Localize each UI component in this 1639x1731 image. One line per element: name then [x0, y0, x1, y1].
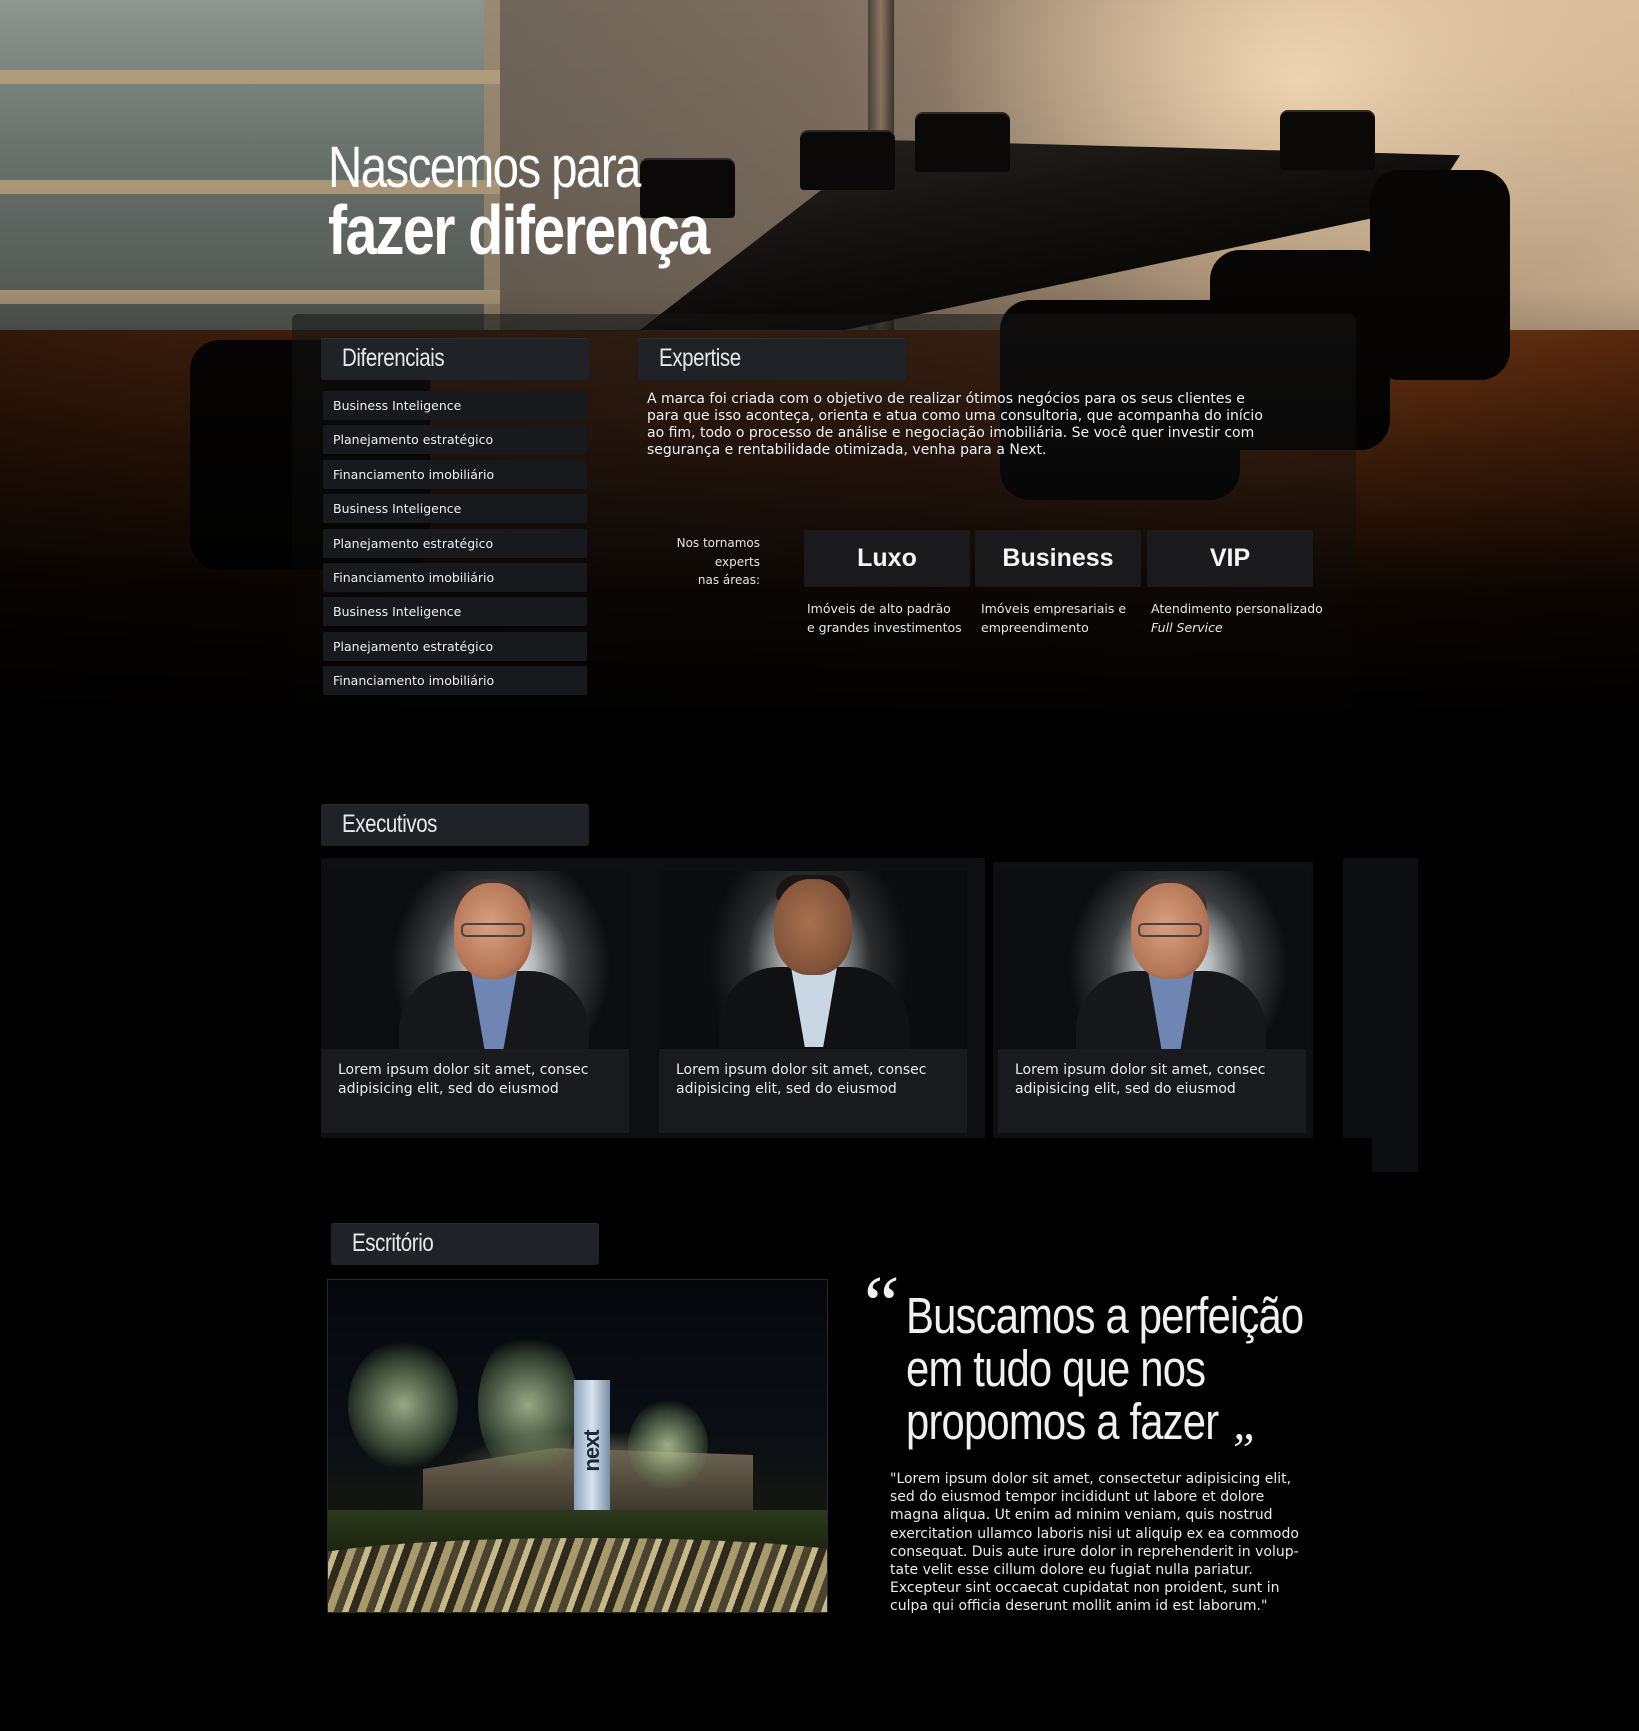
executive-caption-line: adipisicing elit, sed do eiusmod — [338, 1080, 559, 1097]
carousel-next-placeholder[interactable] — [1343, 858, 1418, 1138]
executive-caption: Lorem ipsum dolor sit amet, consec adipi… — [1015, 1061, 1295, 1098]
expertise-description: A marca foi criada com o objetivo de rea… — [647, 391, 1263, 458]
area-luxo-button[interactable]: Luxo — [804, 530, 970, 587]
area-desc-line: Atendimento personalizado — [1151, 601, 1323, 616]
quote-close-mark: „ — [1233, 1397, 1260, 1450]
executive-card[interactable]: Lorem ipsum dolor sit amet, consec adipi… — [998, 871, 1306, 1133]
section-title-diferenciais: Diferenciais — [321, 338, 589, 380]
experts-label-line: experts — [714, 554, 760, 569]
area-vip-description: Atendimento personalizado Full Service — [1151, 600, 1323, 637]
office-description: "Lorem ipsum dolor sit amet, consectetur… — [890, 1471, 1299, 1615]
diferenciais-item[interactable]: Business Inteligence — [323, 597, 587, 627]
section-title-label: Expertise — [659, 344, 741, 372]
diferenciais-item[interactable]: Financiamento imobiliário — [323, 459, 587, 489]
executive-photo — [321, 871, 629, 1049]
section-title-label: Diferenciais — [342, 344, 445, 372]
office-photo: next — [327, 1279, 828, 1613]
experts-label: Nos tornamos experts nas áreas: — [640, 534, 760, 590]
diferenciais-item[interactable]: Planejamento estratégico — [323, 631, 587, 661]
section-title-expertise: Expertise — [638, 338, 906, 380]
section-title-label: Executivos — [342, 810, 438, 838]
hero-headline: Nascemos para fazer diferença — [328, 135, 792, 269]
executive-photo — [659, 871, 967, 1049]
diferenciais-item[interactable]: Financiamento imobiliário — [323, 562, 587, 592]
diferenciais-item[interactable]: Business Inteligence — [323, 494, 587, 524]
experts-label-line: nas áreas: — [697, 573, 760, 587]
hero-title-line1: Nascemos para — [328, 135, 641, 200]
section-title-label: Escritório — [352, 1229, 434, 1257]
section-title-executivos: Executivos — [321, 804, 589, 846]
quote-headline-line: em tudo que nos — [906, 1340, 1206, 1397]
executive-caption-line: Lorem ipsum dolor sit amet, consec — [338, 1062, 589, 1078]
area-desc-line: Imóveis de alto padrão — [807, 601, 951, 616]
carousel-next-placeholder-tab — [1372, 1130, 1418, 1172]
diferenciais-item[interactable]: Business Inteligence — [323, 391, 587, 420]
area-vip-button[interactable]: VIP — [1147, 530, 1313, 587]
executive-caption-line: Lorem ipsum dolor sit amet, consec — [1015, 1062, 1266, 1078]
area-desc-line: Imóveis empresariais e — [981, 601, 1127, 616]
area-desc-line: empreendimento — [981, 619, 1089, 635]
executive-photo — [998, 871, 1306, 1049]
area-business-button[interactable]: Business — [975, 530, 1141, 587]
area-name: Luxo — [857, 544, 917, 572]
hero-title-line2: fazer diferença — [328, 191, 710, 269]
area-desc-line: Full Service — [1151, 619, 1223, 635]
area-luxo-description: Imóveis de alto padrão e grandes investi… — [807, 600, 962, 637]
diferenciais-item[interactable]: Planejamento estratégico — [323, 528, 587, 558]
quote-headline-line: Buscamos a perfeição — [906, 1287, 1304, 1344]
executive-caption: Lorem ipsum dolor sit amet, consec adipi… — [676, 1061, 956, 1098]
area-name: Business — [1002, 544, 1114, 572]
executive-caption-line: adipisicing elit, sed do eiusmod — [1015, 1080, 1236, 1097]
office-sign-text: next — [579, 1430, 604, 1472]
executive-caption: Lorem ipsum dolor sit amet, consec adipi… — [338, 1061, 618, 1098]
section-title-escritorio: Escritório — [331, 1223, 599, 1265]
executive-caption-line: adipisicing elit, sed do eiusmod — [676, 1080, 897, 1097]
diferenciais-list: Business Inteligence Planejamento estrat… — [323, 391, 587, 701]
area-desc-line: e grandes investimentos — [807, 619, 962, 635]
executive-card[interactable]: Lorem ipsum dolor sit amet, consec adipi… — [321, 871, 629, 1133]
executive-caption-line: Lorem ipsum dolor sit amet, consec — [676, 1062, 927, 1078]
experts-label-line: Nos tornamos — [676, 536, 760, 550]
executive-card[interactable]: Lorem ipsum dolor sit amet, consec adipi… — [659, 871, 967, 1133]
diferenciais-item[interactable]: Planejamento estratégico — [323, 425, 587, 455]
area-business-description: Imóveis empresariais e empreendimento — [981, 600, 1126, 637]
area-name: VIP — [1209, 544, 1251, 572]
quote-open-mark: “ — [856, 1261, 901, 1349]
diferenciais-item[interactable]: Financiamento imobiliário — [323, 666, 587, 696]
